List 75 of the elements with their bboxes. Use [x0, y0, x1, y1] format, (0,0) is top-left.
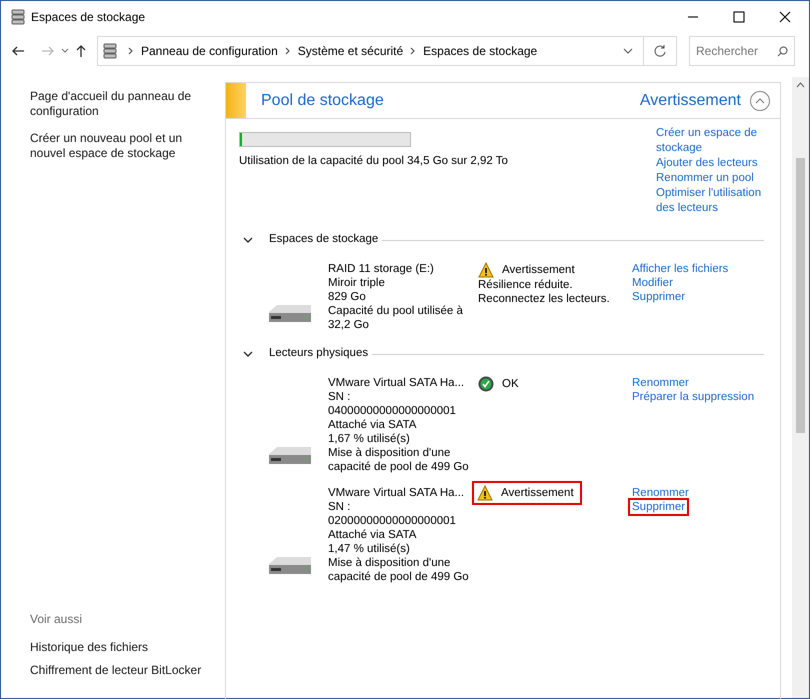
storage-icon — [103, 43, 117, 59]
action-link[interactable]: Modifier — [632, 276, 673, 290]
capacity-text: Utilisation de la capacité du pool 34,5 Go sur 2,92 To — [239, 154, 509, 169]
sidebar-link[interactable]: Page d'accueil du panneau de configuration — [30, 89, 215, 119]
chevron-icon — [410, 47, 416, 55]
action-link[interactable]: Créer un espace de stockage — [656, 126, 766, 156]
section-title: Espaces de stockage — [269, 232, 378, 248]
status-message: Résilience réduite. — [478, 278, 573, 292]
close-icon[interactable] — [779, 11, 791, 23]
action-link[interactable]: Renommer un pool — [656, 171, 766, 186]
action-link[interactable]: Supprimer — [630, 500, 688, 514]
sidebar-heading: Voir aussi — [30, 611, 84, 628]
collapse-button[interactable] — [750, 90, 770, 110]
sidebar-link[interactable]: Chiffrement de lecteur BitLocker — [30, 663, 215, 678]
warning-stripe — [226, 83, 246, 118]
sidebar-link[interactable]: Créer un nouveau pool et un nouvel espace de stockage — [30, 131, 215, 161]
detail-text: SN : — [328, 500, 352, 514]
action-link[interactable]: Préparer la suppression — [632, 390, 754, 404]
search-icon — [777, 46, 788, 56]
sidebar-link[interactable]: Historique des fichiers — [30, 640, 215, 655]
status-text: OK — [502, 377, 519, 391]
section-title: Lecteurs physiques — [269, 346, 368, 362]
scrollbar-thumb[interactable] — [796, 158, 805, 433]
storage-icon — [11, 9, 25, 25]
search-field[interactable]: Rechercher — [689, 36, 795, 66]
action-link[interactable]: Afficher les fichiers — [632, 262, 728, 276]
pool-title: Pool de stockage — [261, 90, 385, 110]
detail-text: Mise à disposition d'une capacité de pool de 499 Go — [328, 446, 470, 474]
action-link[interactable]: Supprimer — [632, 290, 686, 304]
detail-text: Miroir triple — [328, 276, 386, 290]
breadcrumb[interactable]: Espaces de stockage — [423, 42, 538, 60]
chevron-icon — [284, 47, 291, 55]
scrollbar[interactable] — [792, 77, 809, 698]
status-text: Avertissement — [501, 486, 574, 500]
breadcrumb[interactable]: Panneau de configuration — [141, 42, 278, 60]
detail-text: Attaché via SATA — [328, 418, 418, 432]
breadcrumb[interactable]: Système et sécurité — [298, 42, 404, 60]
detail-text: Mise à disposition d'une capacité de pool de 499 Go — [328, 556, 470, 584]
detail-text: 829 Go — [328, 290, 367, 304]
scroll-up-icon[interactable] — [796, 82, 805, 88]
chevron-up-icon — [755, 98, 765, 104]
status-text: Avertissement — [502, 263, 575, 277]
hard-drive-icon — [268, 554, 312, 576]
address-bar[interactable]: Panneau de configuration Système et sécurité Espaces de stockage — [97, 36, 677, 66]
hard-drive-icon — [268, 302, 312, 324]
status-message: Reconnectez les lecteurs. — [478, 292, 610, 306]
back-arrow-icon[interactable] — [11, 45, 25, 57]
detail-text: VMware Virtual SATA Ha... — [328, 486, 466, 500]
detail-text: VMware Virtual SATA Ha... — [328, 376, 466, 390]
check-icon — [478, 376, 494, 392]
chevron-icon — [128, 47, 134, 55]
action-link[interactable]: Optimiser l'utilisation des lecteurs — [656, 186, 766, 216]
detail-text: Attaché via SATA — [328, 528, 418, 542]
dropdown-caret-icon[interactable] — [61, 48, 69, 54]
window-title: Espaces de stockage — [31, 9, 146, 26]
detail-text: Capacité du pool utilisée à 32,2 Go — [328, 304, 464, 332]
detail-text: 1,47 % utilisé(s) — [328, 542, 411, 556]
up-arrow-icon[interactable] — [75, 44, 87, 58]
pool-status: Avertissement — [640, 90, 741, 110]
warning-icon — [477, 485, 493, 501]
action-link[interactable]: Ajouter des lecteurs — [656, 156, 766, 171]
refresh-icon[interactable] — [653, 44, 667, 58]
dropdown-caret-icon[interactable] — [623, 48, 633, 54]
detail-text: 02000000000000000001 — [328, 514, 457, 528]
action-link[interactable]: Renommer — [632, 376, 689, 390]
warning-icon — [478, 262, 494, 278]
detail-text: SN : — [328, 390, 352, 404]
detail-text: RAID 11 storage (E:) — [328, 262, 435, 276]
hard-drive-icon — [268, 444, 312, 466]
chevron-down-icon[interactable] — [243, 349, 253, 359]
action-link[interactable]: Renommer — [632, 486, 689, 500]
maximize-icon[interactable] — [733, 11, 745, 23]
detail-text: 04000000000000000001 — [328, 404, 457, 418]
chevron-down-icon[interactable] — [243, 235, 253, 245]
detail-text: 1,67 % utilisé(s) — [328, 432, 411, 446]
